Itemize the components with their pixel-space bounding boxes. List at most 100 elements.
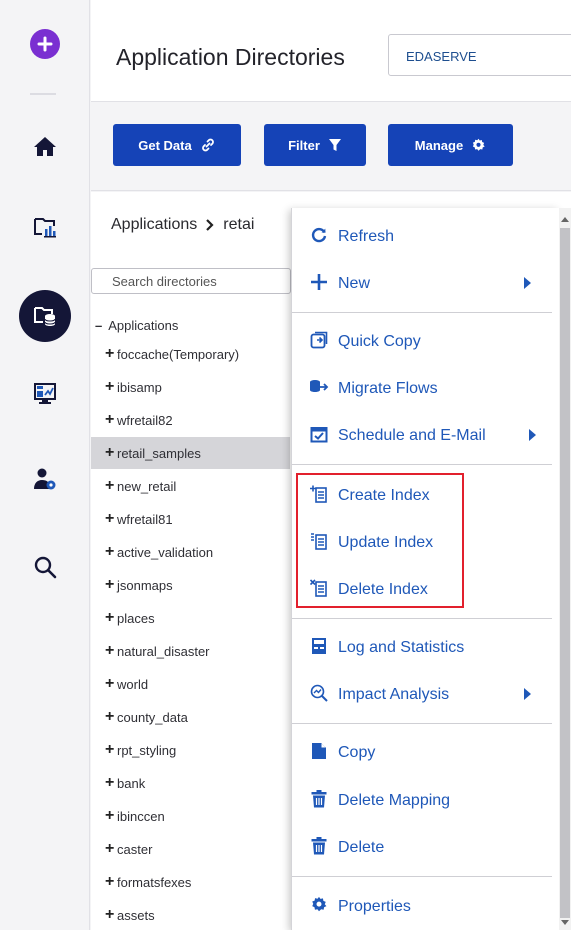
page-header: Application Directories EDASERVE <box>91 0 571 102</box>
server-select[interactable]: EDASERVE <box>388 34 571 76</box>
tree-item[interactable]: + wfretail82 <box>91 404 290 436</box>
tree-item[interactable]: + jsonmaps <box>91 569 290 601</box>
home-icon <box>34 137 56 156</box>
menu-item-quick-copy[interactable]: Quick Copy <box>292 321 560 361</box>
tree-item[interactable]: + bank <box>91 767 290 799</box>
expand-icon[interactable]: + <box>105 346 114 362</box>
search-icon <box>34 556 57 579</box>
expand-icon[interactable]: + <box>105 544 114 560</box>
expand-icon[interactable]: + <box>105 709 114 725</box>
expand-icon[interactable]: + <box>105 445 114 461</box>
home-button[interactable] <box>0 135 90 157</box>
tree-root[interactable]: – Applications <box>95 318 178 333</box>
trash-icon <box>309 789 329 809</box>
expand-icon[interactable]: + <box>105 874 114 890</box>
tree-item[interactable]: + natural_disaster <box>91 635 290 667</box>
menu-item-label: Refresh <box>338 228 395 245</box>
page-title: Application Directories <box>116 44 345 70</box>
menu-item-copy[interactable]: Copy <box>292 732 560 772</box>
expand-icon[interactable]: + <box>105 676 114 692</box>
menu-item-properties[interactable]: Properties <box>292 886 560 926</box>
search-button[interactable] <box>0 555 90 579</box>
rail-divider <box>30 93 56 95</box>
scrollbar-thumb[interactable] <box>560 228 570 918</box>
menu-item-label: New <box>338 275 371 292</box>
tree-item[interactable]: + active_validation <box>91 536 290 568</box>
tree-item[interactable]: + world <box>91 668 290 700</box>
expand-icon[interactable]: + <box>105 907 114 923</box>
calendar-check-icon <box>309 424 329 444</box>
menu-divider <box>292 618 552 619</box>
menu-item-new[interactable]: New <box>292 263 560 303</box>
log-icon <box>309 636 329 656</box>
tree-item[interactable]: + places <box>91 602 290 634</box>
manage-button[interactable]: Manage <box>388 124 513 166</box>
tree-item[interactable]: + new_retail <box>91 470 290 502</box>
expand-icon[interactable]: + <box>105 775 114 791</box>
breadcrumb-current[interactable]: retai <box>223 216 254 234</box>
tree-item[interactable]: + formatsfexes <box>91 866 290 898</box>
tree-item-label: wfretail81 <box>117 512 173 527</box>
tree-item[interactable]: + caster <box>91 833 290 865</box>
expand-icon[interactable]: + <box>105 841 114 857</box>
menu-divider <box>292 723 552 724</box>
plus-icon <box>30 29 60 59</box>
monitor-button[interactable] <box>0 382 90 406</box>
admin-button[interactable] <box>0 467 90 491</box>
chevron-right-icon <box>206 219 214 231</box>
menu-item-label: Quick Copy <box>338 333 421 350</box>
expand-icon[interactable]: + <box>105 511 114 527</box>
expand-icon[interactable]: + <box>105 610 114 626</box>
expand-icon[interactable]: + <box>105 577 114 593</box>
tree-item[interactable]: + rpt_styling <box>91 734 290 766</box>
create-button[interactable] <box>0 29 90 59</box>
expand-icon[interactable]: + <box>105 742 114 758</box>
expand-icon[interactable]: + <box>105 643 114 659</box>
scroll-down-icon[interactable] <box>561 920 569 926</box>
menu-item-impact-analysis[interactable]: Impact Analysis <box>292 674 560 714</box>
scroll-up-icon[interactable] <box>561 216 569 222</box>
tree-item-label: natural_disaster <box>117 644 210 659</box>
user-settings-icon <box>34 468 56 490</box>
tree-item[interactable]: + assets <box>91 899 290 929</box>
expand-icon[interactable]: + <box>105 379 114 395</box>
search-input[interactable]: Search directories <box>91 268 291 294</box>
data-button[interactable] <box>0 290 90 342</box>
menu-item-delete-mapping[interactable]: Delete Mapping <box>292 780 560 820</box>
expand-icon[interactable]: + <box>105 808 114 824</box>
submenu-arrow-icon <box>529 429 536 441</box>
tree-item-label: ibinccen <box>117 809 165 824</box>
tree-item[interactable]: + ibisamp <box>91 371 290 403</box>
menu-item-refresh[interactable]: Refresh <box>292 216 560 256</box>
tree-item-label: wfretail82 <box>117 413 173 428</box>
get-data-button[interactable]: Get Data <box>113 124 241 166</box>
filter-label: Filter <box>288 137 320 153</box>
menu-divider <box>292 464 552 465</box>
link-icon <box>201 138 214 152</box>
expand-icon[interactable]: + <box>105 412 114 428</box>
reports-button[interactable] <box>0 216 90 238</box>
menu-divider <box>292 876 552 877</box>
scrollbar[interactable] <box>559 208 571 930</box>
menu-item-label: Impact Analysis <box>338 686 450 703</box>
breadcrumb-root[interactable]: Applications <box>111 216 197 234</box>
collapse-icon[interactable]: – <box>95 318 102 333</box>
menu-item-schedule[interactable]: Schedule and E-Mail <box>292 415 560 455</box>
tree-item-selected[interactable]: + retail_samples <box>91 437 290 469</box>
expand-icon[interactable]: + <box>105 478 114 494</box>
menu-item-log-statistics[interactable]: Log and Statistics <box>292 627 560 667</box>
tree-item-label: jsonmaps <box>117 578 173 593</box>
menu-item-migrate-flows[interactable]: Migrate Flows <box>292 368 560 408</box>
filter-button[interactable]: Filter <box>264 124 366 166</box>
tree-item-label: county_data <box>117 710 188 725</box>
toolbar: Get Data Filter Manage <box>91 103 571 191</box>
tree-item-label: active_validation <box>117 545 214 560</box>
tree-item-label: formatsfexes <box>117 875 192 890</box>
tree-item[interactable]: + county_data <box>91 701 290 733</box>
tree-item[interactable]: + foccache(Temporary) <box>91 338 290 370</box>
migrate-icon <box>309 377 329 397</box>
tree-item[interactable]: + ibinccen <box>91 800 290 832</box>
server-select-value: EDASERVE <box>406 49 477 64</box>
tree-item[interactable]: + wfretail81 <box>91 503 290 535</box>
menu-item-delete[interactable]: Delete <box>292 827 560 867</box>
